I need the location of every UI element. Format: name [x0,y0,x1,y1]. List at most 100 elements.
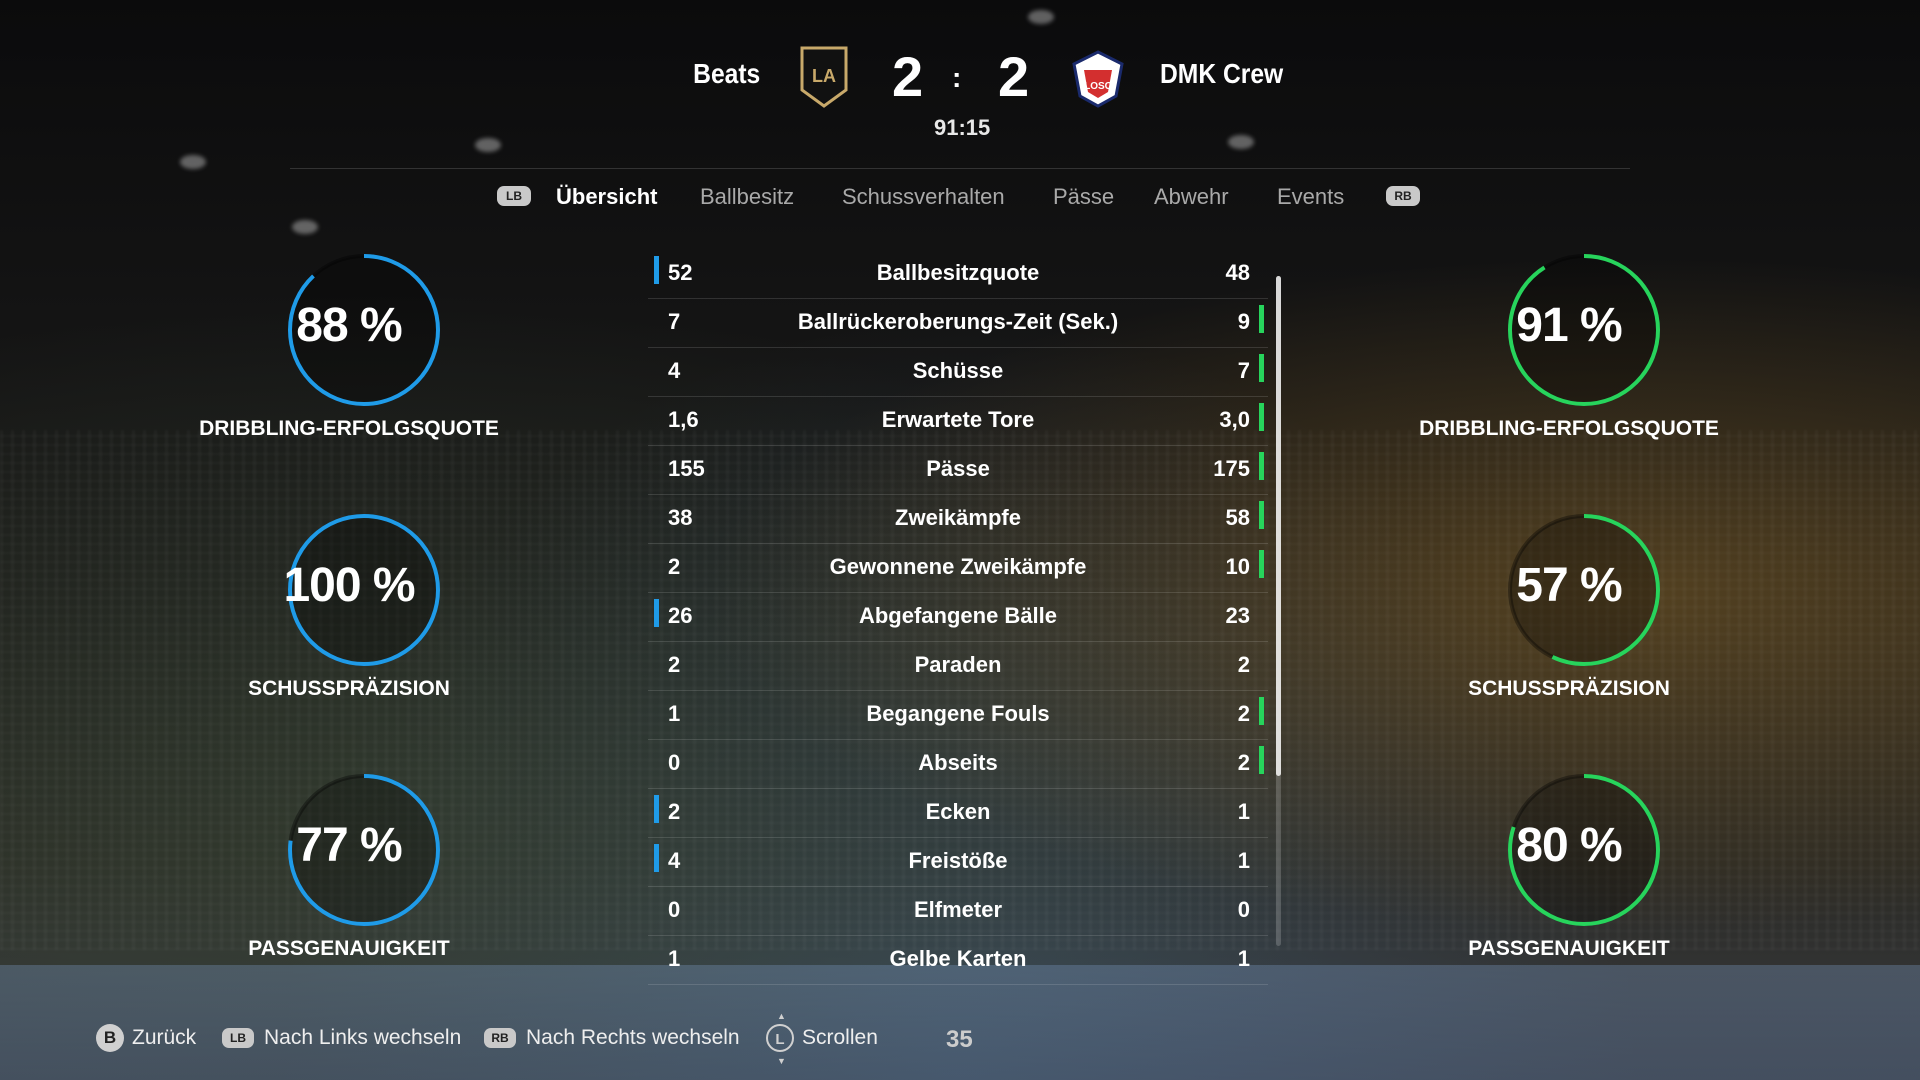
ring-label: DRIBBLING-ERFOLGSQUOTE [199,417,499,440]
away-ring-stat: 80 % PASSGENAUIGKEIT [1419,770,1719,1000]
stat-name: Schüsse [912,358,1004,383]
score-separator: : [952,62,962,93]
stadium-light [1028,10,1054,24]
stat-name: Abgefangene Bälle [858,603,1058,628]
home-score: 2 [892,45,924,108]
stat-name: Paraden [914,652,1002,677]
stat-name: Freistöße [908,848,1008,873]
away-stat-value: 1 [1237,799,1250,824]
stat-row: 2 Gewonnene Zweikämpfe 10 [648,544,1268,593]
stat-row: 38 Zweikämpfe 58 [648,495,1268,544]
stat-name: Abseits [918,750,998,775]
away-stat-value: 48 [1225,260,1250,285]
b-button-icon: B [96,1024,124,1052]
stat-name: Erwartete Tore [881,407,1035,432]
away-stat-value: 1 [1237,848,1250,873]
back-label: Zurück [132,1026,197,1049]
switch-right-label: Nach Rechts wechseln [526,1026,740,1049]
stats-tab-bar: LB Übersicht Ballbesitz Schussverhalten … [0,184,1920,224]
stat-row: 4 Schüsse 7 [648,348,1268,397]
stat-row: 52 Ballbesitzquote 48 [648,250,1268,299]
home-team-name: Beats [692,58,760,89]
tab-events[interactable]: Events [1277,184,1344,210]
tab-overview[interactable]: Übersicht [556,184,657,210]
scrollbar-thumb[interactable] [1276,276,1281,776]
tab-defense[interactable]: Abwehr [1154,184,1229,210]
stat-name: Gewonnene Zweikämpfe [829,554,1087,579]
stat-row: 1 Begangene Fouls 2 [648,691,1268,740]
ring-label: SCHUSSPRÄZISION [248,677,450,700]
lb-button-icon: LB [222,1028,254,1048]
stat-name: Pässe [926,456,990,481]
stat-row: 2 Paraden 2 [648,642,1268,691]
stat-row: 1 Gelbe Karten 1 [648,936,1268,985]
ring-label: PASSGENAUIGKEIT [1468,937,1670,960]
stat-row: 155 Pässe 175 [648,446,1268,495]
away-ring-stat: 57 % SCHUSSPRÄZISION [1419,510,1719,740]
svg-text:LOSC: LOSC [1084,81,1112,92]
ring-label: SCHUSSPRÄZISION [1468,677,1670,700]
ring-percent-value: 88 % [296,299,402,352]
stat-row: 0 Elfmeter 0 [648,887,1268,936]
away-stat-value: 2 [1237,701,1250,726]
scroll-label: Scrollen [802,1026,878,1049]
away-stat-value: 0 [1237,897,1250,922]
away-stat-value: 9 [1237,309,1250,334]
stat-row: 26 Abgefangene Bälle 23 [648,593,1268,642]
rb-button-icon: RB [484,1028,516,1048]
ring-percent-value: 57 % [1516,559,1622,612]
stat-name: Elfmeter [913,897,1003,922]
away-team-name: DMK Crew [1160,58,1284,89]
rb-bumper-icon[interactable]: RB [1386,186,1420,206]
losc-crest-icon: LOSC [1068,48,1128,108]
ring-percent-value: 91 % [1516,299,1622,352]
stats-table: 52 Ballbesitzquote 48 7 Ballrückeroberungs-Z… [648,250,1268,985]
home-ring-stat: 88 % DRIBBLING-ERFOLGSQUOTE [199,250,499,480]
scoreboard: Beats LA 2 : 2 LOSC DMK Crew 91:15 [0,40,1920,169]
home-ring-stat: 100 % SCHUSSPRÄZISION [199,510,499,740]
away-stat-value: 3,0 [1219,407,1250,432]
away-ring-stat: 91 % DRIBBLING-ERFOLGSQUOTE [1419,250,1719,480]
away-stat-value: 23 [1225,603,1250,628]
stat-row: 7 Ballrückeroberungs-Zeit (Sek.) 9 [648,299,1268,348]
header-divider [290,168,1630,169]
svg-text:LA: LA [812,66,836,86]
stat-name: Begangene Fouls [866,701,1050,726]
ring-percent-value: 77 % [296,819,402,872]
tab-shooting[interactable]: Schussverhalten [842,184,1005,210]
stat-name: Zweikämpfe [895,505,1021,530]
tab-passes[interactable]: Pässe [1053,184,1114,210]
match-clock: 91:15 [934,115,991,140]
controller-hints: B Zurück LB Nach Links wechseln RB Nach … [96,1012,996,1066]
away-stat-value: 7 [1237,358,1250,383]
away-stat-value: 58 [1225,505,1250,530]
home-ring-stat: 77 % PASSGENAUIGKEIT [199,770,499,1000]
tab-possession[interactable]: Ballbesitz [700,184,794,210]
switch-left-button[interactable]: LB Nach Links wechseln [222,1020,461,1056]
lafc-crest-icon: LA [800,46,848,108]
away-stat-value: 2 [1237,652,1250,677]
stat-row: 0 Abseits 2 [648,740,1268,789]
away-stat-value: 10 [1225,554,1250,579]
stat-name: Gelbe Karten [889,946,1027,971]
left-stick-icon: ▲ L ▼ [766,1012,794,1066]
stat-row: 4 Freistöße 1 [648,838,1268,887]
switch-left-label: Nach Links wechseln [264,1026,462,1049]
scroll-hint[interactable]: ▲ L ▼ Scrollen [766,1012,878,1066]
back-button[interactable]: B Zurück [96,1020,196,1056]
stat-row: 2 Ecken 1 [648,789,1268,838]
stadium-light [180,155,206,169]
page-number: 35 [946,1026,973,1053]
lb-bumper-icon[interactable]: LB [497,186,531,206]
ring-label: PASSGENAUIGKEIT [248,937,450,960]
ring-label: DRIBBLING-ERFOLGSQUOTE [1419,417,1719,440]
stat-row: 1,6 Erwartete Tore 3,0 [648,397,1268,446]
stat-name: Ballbesitzquote [876,260,1040,285]
scrollbar[interactable] [1276,276,1281,946]
away-stat-value: 175 [1213,456,1250,481]
switch-right-button[interactable]: RB Nach Rechts wechseln [484,1020,740,1056]
ring-percent-value: 100 % [283,559,415,612]
away-score: 2 [998,45,1030,108]
stat-name: Ballrückeroberungs-Zeit (Sek.) [797,309,1119,334]
ring-percent-value: 80 % [1516,819,1622,872]
